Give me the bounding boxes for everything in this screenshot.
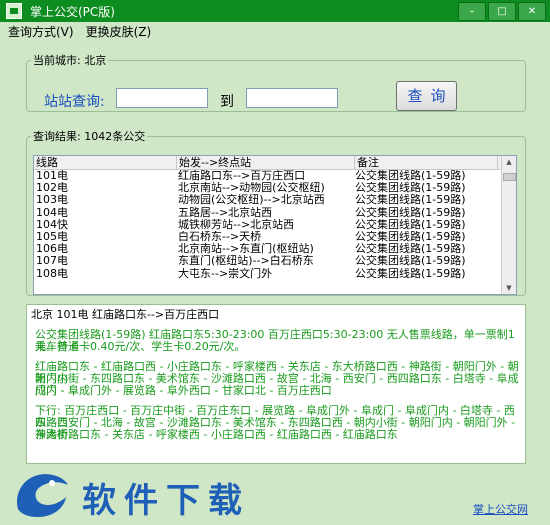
menu-bar: 查询方式(V) 更换皮肤(Z) (0, 22, 550, 40)
current-city-label: 当前城市: 北京 (33, 54, 107, 67)
column-header-note[interactable]: 备注 (355, 156, 498, 169)
route-cell: 城铁柳芳站-->北京站西 (178, 218, 295, 231)
down-stops-line: 东大桥路口东 - 关东店 - 呼家楼西 - 小庄路口西 - 红庙路口西 - 红庙… (35, 428, 398, 441)
table-row[interactable]: 101电 红庙路口东-->百万庄西口 公交集团线路(1-59路) (34, 170, 516, 182)
route-cell: 北京南站-->东直门(枢纽站) (178, 243, 314, 256)
table-row[interactable]: 108电 大屯东-->崇文门外 公交集团线路(1-59路) (34, 268, 516, 280)
dragon-logo-icon (16, 474, 68, 517)
table-header: 线路 始发-->终点站 备注 (34, 156, 516, 170)
route-cell: 白石桥东-->天桥 (178, 230, 262, 243)
line-cell: 105电 (36, 230, 68, 243)
route-cell: 大屯东-->崇文门外 (178, 267, 273, 280)
line-cell: 107电 (36, 255, 68, 268)
table-row[interactable]: 103电 动物园(公交枢纽)-->北京站西 公交集团线路(1-59路) (34, 194, 516, 206)
title-bar: 掌上公交(PC版) – □ ✕ (0, 0, 550, 22)
maximize-button[interactable]: □ (488, 2, 516, 21)
table-row[interactable]: 107电 东直门(枢纽站)-->白石桥东 公交集团线路(1-59路) (34, 255, 516, 267)
note-cell: 公交集团线路(1-59路) (355, 170, 466, 182)
scroll-down-icon[interactable]: ▼ (502, 282, 516, 294)
result-table[interactable]: 线路 始发-->终点站 备注 101电 红庙路口东-->百万庄西口 公交集团线路… (33, 155, 517, 295)
table-row[interactable]: 106电 北京南站-->东直门(枢纽站) 公交集团线路(1-59路) (34, 243, 516, 255)
table-row[interactable]: 104电 五路居-->北京站西 公交集团线路(1-59路) (34, 207, 516, 219)
window-title: 掌上公交(PC版) (30, 4, 115, 19)
line-cell: 101电 (36, 170, 68, 182)
route-cell: 红庙路口东-->百万庄西口 (178, 170, 306, 182)
line-cell: 103电 (36, 194, 68, 207)
note-cell: 公交集团线路(1-59路) (355, 267, 466, 280)
route-cell: 动物园(公交枢纽)-->北京站西 (178, 194, 325, 207)
note-cell: 公交集团线路(1-59路) (355, 255, 466, 268)
table-row[interactable]: 105电 白石桥东-->天桥 公交集团线路(1-59路) (34, 231, 516, 243)
bus-website-link[interactable]: 掌上公交网 (473, 501, 528, 517)
table-scrollbar[interactable]: ▲ ▼ (501, 156, 516, 294)
minimize-button[interactable]: – (458, 2, 486, 21)
scroll-thumb[interactable] (503, 173, 516, 181)
search-group: 当前城市: 北京 站站查询: 到 查询 (26, 52, 526, 112)
to-station-input[interactable] (246, 88, 338, 108)
table-row[interactable]: 102电 北京南站-->动物园(公交枢纽) 公交集团线路(1-59路) (34, 182, 516, 194)
watermark: 软件下载 掌上公交网 (0, 463, 550, 525)
close-button[interactable]: ✕ (518, 2, 546, 21)
table-row[interactable]: 104快 城铁柳芳站-->北京站西 公交集团线路(1-59路) (34, 219, 516, 231)
line-cell: 104电 (36, 206, 68, 219)
line-cell: 106电 (36, 243, 68, 256)
from-station-input[interactable] (116, 88, 208, 108)
route-cell: 五路居-->北京站西 (178, 206, 273, 219)
note-cell: 公交集团线路(1-59路) (355, 206, 466, 219)
route-detail-panel: 北京 101电 红庙路口东-->百万庄西口 公交集团线路(1-59路) 红庙路口… (26, 304, 526, 464)
note-cell: 公交集团线路(1-59路) (355, 194, 466, 207)
note-cell: 公交集团线路(1-59路) (355, 218, 466, 231)
line-cell: 102电 (36, 182, 68, 195)
scroll-up-icon[interactable]: ▲ (502, 156, 516, 168)
line-cell: 108电 (36, 267, 68, 280)
note-cell: 公交集团线路(1-59路) (355, 243, 466, 256)
up-stops-line: 成门 - 阜成门外 - 展览路 - 阜外西口 - 甘家口北 - 百万庄西口 (35, 384, 332, 397)
column-header-line[interactable]: 线路 (34, 156, 177, 169)
route-cell: 北京南站-->动物园(公交枢纽) (178, 182, 325, 195)
line-cell: 104快 (36, 218, 68, 231)
note-cell: 公交集团线路(1-59路) (355, 230, 466, 243)
result-count-label: 查询结果: 1042条公交 (33, 130, 146, 143)
bus-app-icon (6, 3, 22, 19)
query-button[interactable]: 查询 (396, 81, 457, 111)
to-label: 到 (220, 94, 234, 110)
menu-query-mode[interactable]: 查询方式(V) (8, 23, 74, 40)
column-header-route[interactable]: 始发-->终点站 (177, 156, 355, 169)
watermark-text: 软件下载 (82, 481, 250, 521)
menu-change-skin[interactable]: 更换皮肤(Z) (86, 23, 152, 40)
route-cell: 东直门(枢纽站)-->白石桥东 (178, 255, 314, 268)
result-group: 查询结果: 1042条公交 线路 始发-->终点站 备注 101电 红庙路口东-… (26, 128, 526, 296)
route-detail-header: 北京 101电 红庙路口东-->百万庄西口 (31, 308, 220, 321)
route-info-line: 乘车普通卡0.40元/次、学生卡0.20元/次。 (35, 340, 246, 353)
note-cell: 公交集团线路(1-59路) (355, 182, 466, 195)
station-search-label: 站站查询: (44, 94, 105, 110)
